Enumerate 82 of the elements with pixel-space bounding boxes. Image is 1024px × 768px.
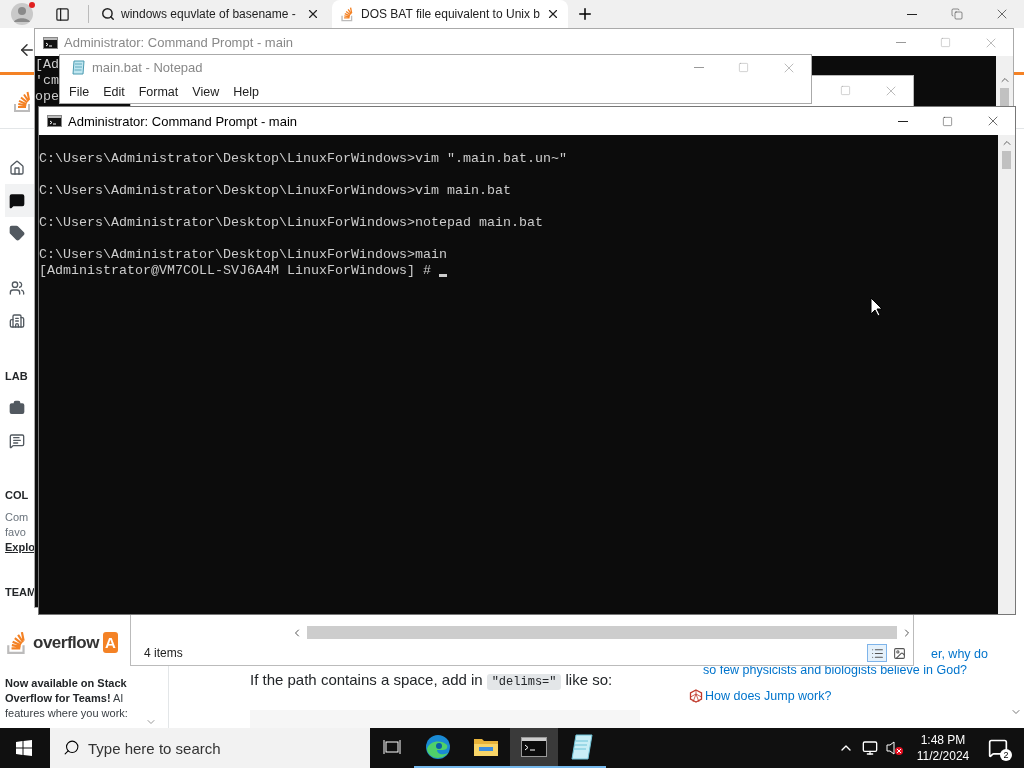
question-link[interactable]: so few physicists and biologists believe in God? [703,662,1007,678]
stack-logo-icon [340,6,355,22]
volume-muted-icon[interactable] [886,740,904,756]
section-heading: COL [5,487,30,502]
question-link[interactable]: How does Jump work? [705,688,832,704]
maximize-icon [840,85,851,96]
scroll-thumb[interactable] [1002,151,1011,169]
date-text: 11/2/2024 [916,748,970,764]
menu-item[interactable]: View [185,84,227,99]
console-prompt: [Administrator@VM7COLL-SVJ6A4M LinuxForWindows] # [39,263,431,279]
ad-text: Now available on Stack Overflow for Teams! AI features where you work: [5,675,129,721]
jobs-icon [9,400,25,417]
console-icon [43,36,58,49]
browser-tab[interactable]: DOS BAT file equivalent to Unix b [332,0,568,28]
article-text: If the path contains a space, add in "delims=" like so: [250,670,614,692]
profile-avatar-icon[interactable] [8,0,36,28]
close-icon[interactable] [306,7,320,21]
minimize-icon [895,42,906,43]
notifications-button[interactable]: 2 [978,728,1018,768]
item-count: 4 items [144,646,183,660]
search-icon [101,7,115,21]
questions-icon [9,192,25,209]
terminal-icon [521,737,547,757]
console-line: 'cm [35,73,59,89]
text-cursor [438,274,447,277]
minimize-icon [897,120,908,122]
tab-actions-icon[interactable] [54,6,70,22]
maximize-icon [940,37,951,48]
menu-item[interactable]: File [62,84,97,99]
window-title: Administrator: Command Prompt - main [64,35,293,50]
time-text: 1:48 PM [920,732,966,748]
close-icon[interactable] [546,7,560,21]
restore-icon [950,8,963,20]
window-title: Administrator: Command Prompt - main [68,113,297,129]
console-line: C:\Users\Administrator\Desktop\LinuxForWindows>vim ".main.bat.un~" [39,151,567,168]
menu-item[interactable]: Format [131,84,186,99]
console-line: ope [35,89,59,105]
question-link[interactable]: er, why do [931,646,1007,662]
taskbar-app-button[interactable] [510,728,558,768]
search-icon [63,739,80,756]
folder-icon [473,736,499,758]
browser-tab[interactable]: windows equvlate of basename - [93,0,328,28]
explore-link[interactable]: Explo [5,539,35,555]
sidebar-text: favo [5,524,27,540]
minimize-icon [693,67,704,68]
notification-badge: 2 [1000,749,1012,761]
search-field[interactable]: Type here to search [50,728,370,768]
console-icon [47,115,62,127]
home-icon [9,160,25,177]
console-line: C:\Users\Administrator\Desktop\LinuxForWindows>main [39,247,447,263]
logo-text: overflow [33,632,99,653]
console-line: C:\Users\Administrator\Desktop\LinuxForWindows>notepad main.bat [39,215,543,232]
polyhedron-icon [689,689,703,703]
list-icon [870,646,884,660]
task-view-icon [383,739,401,755]
sidebar-text: Com [5,509,30,525]
tags-icon [9,225,25,242]
scroll-thumb[interactable] [1000,88,1009,106]
network-icon[interactable] [862,740,878,756]
notepad-icon [72,60,86,75]
maximize-icon [738,62,749,73]
back-icon[interactable] [18,41,36,59]
menu-item[interactable]: Edit [96,84,132,99]
image-icon [892,646,906,660]
details-view-button[interactable] [867,644,887,662]
new-tab-icon[interactable] [576,5,594,23]
window-title: main.bat - Notepad [92,60,203,75]
console-line: C:\Users\Administrator\Desktop\LinuxForWindows>vim main.bat [39,183,511,200]
edge-browser-icon [425,734,451,760]
section-heading: LAB [5,369,29,384]
companies-icon [9,312,25,329]
windows-logo-icon [16,740,32,756]
discussions-icon [9,432,25,449]
console-line: [Ad [35,57,59,73]
users-icon [9,280,25,297]
logo-badge: A [102,632,118,654]
mouse-pointer-icon [870,297,883,317]
maximize-icon [942,115,953,127]
notepad-icon [570,734,594,760]
clock[interactable]: 1:48 PM 11/2/2024 [916,732,970,764]
minimize-icon [906,13,917,15]
menu-item[interactable]: Help [226,84,266,99]
